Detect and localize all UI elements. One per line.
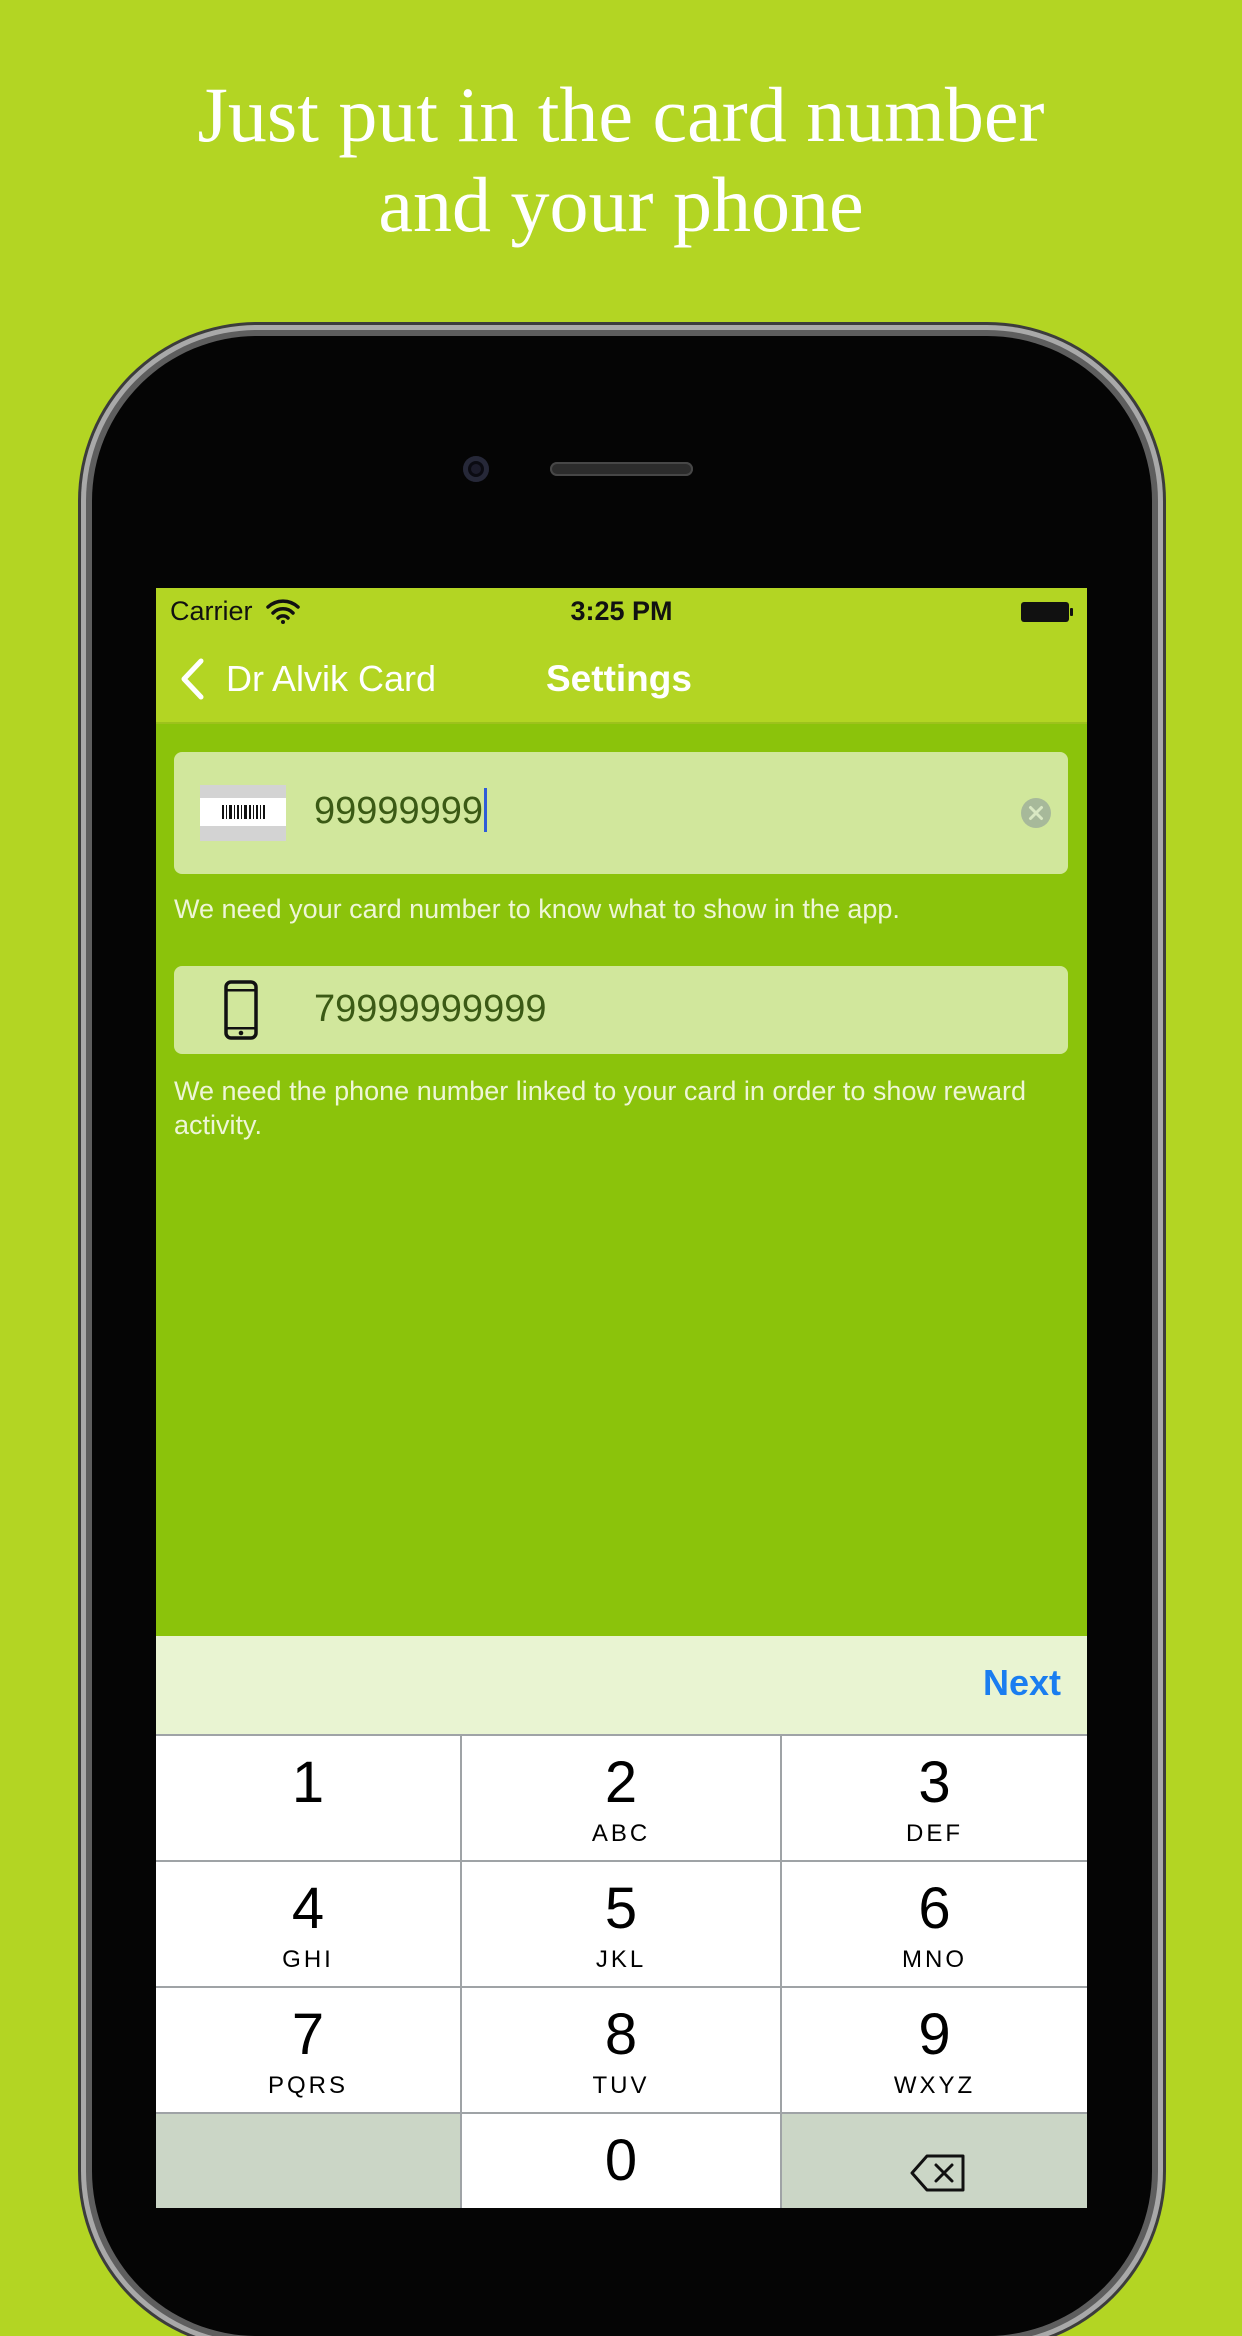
card-number-hint: We need your card number to know what to… [174, 894, 900, 924]
key-digit: 0 [604, 2128, 638, 2193]
key-letters: MNO [902, 1946, 967, 1973]
key-digit: 8 [604, 2002, 638, 2067]
numeric-keypad: 1 2 ABC 3 DEF 4 GHI 5 JKL 6 MNO 7 PQRS 8 [156, 1734, 1087, 2208]
key-letters: ABC [591, 1820, 651, 1847]
back-button[interactable]: Dr Alvik Card [226, 658, 436, 700]
text-cursor [484, 787, 488, 832]
page-title: Settings [546, 658, 692, 699]
key-0[interactable]: 0 [462, 2114, 780, 2208]
clear-text-icon[interactable] [1020, 797, 1052, 829]
status-bar: Carrier 3:25 PM [156, 588, 1087, 636]
key-letters: GHI [282, 1946, 334, 1973]
key-blank [156, 2114, 460, 2208]
earpiece-speaker [550, 462, 693, 476]
headline-line-1: Just put in the card number [197, 71, 1045, 158]
key-7[interactable]: 7 PQRS [156, 1988, 460, 2112]
key-letters: TUV [592, 2072, 650, 2099]
key-digit: 4 [291, 1876, 325, 1941]
key-digit: 5 [604, 1876, 638, 1941]
card-number-field[interactable]: 99999999 [174, 752, 1068, 874]
headline-line-2: and your phone [378, 161, 864, 248]
phone-number-value[interactable]: 79999999999 [314, 988, 546, 1031]
key-digit: 9 [918, 2002, 951, 2067]
battery-icon [1021, 602, 1073, 622]
chevron-left-icon[interactable] [180, 658, 204, 700]
app-screen: Carrier 3:25 PM Dr Alvik Card Settings 9… [156, 588, 1087, 2208]
navigation-bar: Dr Alvik Card Settings [156, 636, 1087, 724]
front-camera [463, 456, 489, 482]
key-1[interactable]: 1 [156, 1736, 460, 1860]
backspace-icon [910, 2154, 965, 2192]
key-digit: 7 [291, 2002, 325, 2067]
card-number-text: 99999999 [314, 790, 484, 832]
key-5[interactable]: 5 JKL [462, 1862, 780, 1986]
key-digit: 2 [604, 1750, 638, 1815]
key-6[interactable]: 6 MNO [782, 1862, 1087, 1986]
status-time: 3:25 PM [570, 596, 673, 626]
key-digit: 1 [291, 1750, 325, 1815]
next-button[interactable]: Next [983, 1662, 1061, 1704]
backspace-key[interactable] [782, 2114, 1087, 2208]
key-digit: 6 [918, 1876, 951, 1941]
key-letters: PQRS [267, 2072, 348, 2099]
key-letters: JKL [595, 1946, 647, 1973]
phone-number-field[interactable]: 79999999999 [174, 966, 1068, 1054]
smartphone-icon [224, 980, 258, 1040]
key-9[interactable]: 9 WXYZ [782, 1988, 1087, 2112]
key-2[interactable]: 2 ABC [462, 1736, 780, 1860]
key-digit: 3 [918, 1750, 951, 1815]
key-3[interactable]: 3 DEF [782, 1736, 1087, 1860]
key-letters: WXYZ [893, 2072, 976, 2099]
phone-number-hint: We need the phone number linked to your … [174, 1076, 1026, 1140]
barcode-card-icon [200, 785, 286, 841]
key-8[interactable]: 8 TUV [462, 1988, 780, 2112]
key-4[interactable]: 4 GHI [156, 1862, 460, 1986]
marketing-headline: Just put in the card number and your pho… [0, 70, 1242, 250]
key-letters: DEF [906, 1820, 963, 1847]
card-number-value[interactable]: 99999999 [314, 787, 488, 833]
keyboard-accessory-bar: Next [156, 1636, 1087, 1734]
